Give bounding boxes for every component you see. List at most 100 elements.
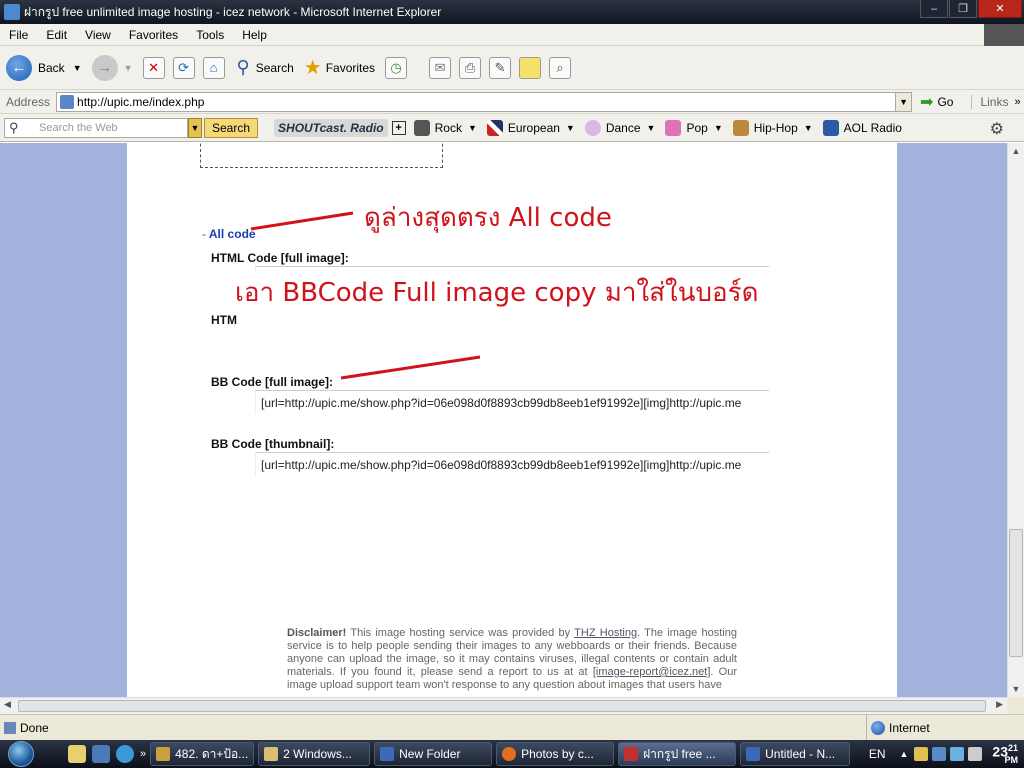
genre-dance-label: Dance [605, 120, 641, 135]
menu-favorites[interactable]: Favorites [120, 28, 187, 42]
links-chevron-icon[interactable]: » [1014, 96, 1020, 108]
genre-pop[interactable]: Pop ▼ [665, 119, 723, 136]
bb-thumb-field[interactable]: [url=http://upic.me/show.php?id=06e098d0… [255, 452, 769, 476]
edit-icon[interactable]: ✎ [489, 56, 512, 79]
page-content: - All code HTML Code [full image]: HTM B… [127, 143, 897, 697]
horizontal-scrollbar[interactable]: ◀ ▶ [0, 697, 1007, 714]
back-label: Back [38, 60, 65, 75]
search-button[interactable]: ⚲ Search [237, 57, 294, 78]
tray-expand-icon[interactable]: ▲ [899, 749, 908, 759]
vertical-scroll-thumb[interactable] [1009, 529, 1023, 657]
address-input[interactable]: http://upic.me/index.php [56, 91, 897, 112]
go-button[interactable]: ➡ Go [920, 92, 953, 112]
search-dropdown-icon[interactable]: ▼ [188, 117, 202, 138]
maximize-button[interactable]: ❐ [949, 0, 977, 18]
page-favicon-icon [60, 94, 75, 109]
radio-search-toolbar: ⚲ Search the Web ▼ Search SHOUTcast. Rad… [0, 114, 1024, 142]
task-app-5[interactable]: ฝากรูป free ... [618, 742, 737, 766]
scroll-left-icon[interactable]: ◀ [4, 699, 11, 710]
web-search-input[interactable]: ⚲ Search the Web [4, 117, 188, 138]
search-icon: ⚲ [236, 57, 250, 77]
stop-icon[interactable]: ✕ [142, 56, 165, 79]
quicklaunch-ie-icon[interactable] [116, 745, 134, 763]
disclaimer-title: Disclaimer! [287, 627, 347, 639]
web-search-button[interactable]: Search [204, 117, 259, 138]
genre-dance[interactable]: Dance ▼ [584, 119, 655, 136]
search-label: Search [255, 60, 294, 75]
forward-dropdown-icon[interactable]: ▼ [124, 63, 133, 73]
quicklaunch-more-icon[interactable]: » [140, 748, 146, 760]
print-icon[interactable]: ⎙ [459, 56, 482, 79]
thz-hosting-link[interactable]: THZ Hosting [574, 627, 637, 639]
menu-view[interactable]: View [76, 28, 120, 42]
quicklaunch-desktop-icon[interactable] [92, 745, 110, 763]
bb-full-field[interactable]: [url=http://upic.me/show.php?id=06e098d0… [255, 390, 769, 414]
html-thumb-label: HTM [211, 313, 237, 327]
uk-flag-icon [486, 119, 503, 136]
title-bar: ฝากรูป free unlimited image hosting - ic… [0, 0, 1024, 24]
start-button[interactable] [4, 740, 38, 768]
language-indicator[interactable]: EN [869, 747, 886, 761]
back-button[interactable]: ← Back ▼ [6, 54, 82, 81]
add-station-icon[interactable]: + [391, 120, 406, 135]
shoutcast-radio-button[interactable]: SHOUTcast. Radio [274, 118, 388, 137]
close-button[interactable]: ✕ [978, 0, 1022, 18]
minimize-button[interactable]: ‒ [920, 0, 948, 18]
vertical-scrollbar[interactable]: ▲ ▼ [1007, 143, 1024, 697]
task-app-2[interactable]: 2 Windows... [258, 742, 371, 766]
back-dropdown-icon[interactable]: ▼ [73, 63, 82, 73]
genre-european[interactable]: European ▼ [486, 119, 575, 136]
browser-viewport: - All code HTML Code [full image]: HTM B… [0, 143, 1007, 697]
scroll-right-icon[interactable]: ▶ [996, 699, 1003, 710]
history-icon[interactable]: ◷ [385, 56, 408, 79]
note-icon[interactable] [519, 56, 542, 79]
tray-volume-icon[interactable] [968, 747, 983, 761]
mail-icon[interactable]: ✉ [429, 56, 452, 79]
search-magnifier-icon: ⚲ [9, 119, 19, 135]
disco-ball-icon [584, 119, 601, 136]
tray-network-icon[interactable] [932, 747, 947, 761]
home-icon[interactable]: ⌂ [202, 56, 225, 79]
forward-button[interactable]: → ▼ [91, 54, 133, 81]
genre-hiphop[interactable]: Hip-Hop ▼ [732, 119, 813, 136]
task-4-label: Photos by c... [521, 747, 594, 761]
scrollbar-corner [1007, 697, 1024, 714]
scroll-down-icon[interactable]: ▼ [1008, 681, 1024, 697]
favorites-label: Favorites [325, 60, 376, 75]
genre-rock[interactable]: Rock ▼ [413, 119, 477, 136]
task-app-3[interactable]: New Folder [374, 742, 493, 766]
menu-edit[interactable]: Edit [37, 28, 76, 42]
research-icon[interactable]: ⌕ [549, 56, 572, 79]
address-dropdown-icon[interactable]: ▼ [896, 91, 913, 112]
aol-radio[interactable]: AOL Radio [822, 119, 902, 136]
task-app-4[interactable]: Photos by c... [496, 742, 615, 766]
arrow-line-to-all-code [250, 211, 354, 231]
horizontal-scroll-thumb[interactable] [18, 700, 986, 712]
menu-tools[interactable]: Tools [187, 28, 233, 42]
gear-icon[interactable]: ⚙ [990, 119, 1004, 139]
tray-messenger-icon[interactable] [950, 747, 965, 761]
favorites-button[interactable]: ★ Favorites [304, 55, 375, 80]
task-2-icon [264, 747, 279, 761]
menu-file[interactable]: File [0, 28, 37, 42]
all-code-link[interactable]: - All code [202, 227, 256, 241]
web-search-placeholder: Search the Web [39, 121, 118, 134]
links-toolbar[interactable]: Links [971, 94, 1008, 109]
ie-app-icon[interactable] [4, 4, 20, 20]
clock-minute: 21 [1007, 742, 1018, 753]
task-app-1[interactable]: 482. ดา+ป้อ... [150, 742, 255, 766]
annotation-copy-bbcode: เอา BBCode Full image copy มาใส่ในบอร์ด [235, 273, 775, 313]
task-3-label: New Folder [399, 747, 461, 761]
menu-bar: File Edit View Favorites Tools Help [0, 24, 1024, 46]
refresh-icon[interactable]: ⟳ [172, 56, 195, 79]
pop-icon [665, 119, 682, 136]
task-app-6[interactable]: Untitled - N... [740, 742, 851, 766]
aol-radio-label: AOL Radio [843, 120, 902, 135]
address-label: Address [6, 94, 51, 109]
tray-app-icon[interactable] [914, 747, 929, 761]
scroll-up-icon[interactable]: ▲ [1008, 143, 1024, 159]
clock[interactable]: 2321 PM [992, 743, 1018, 766]
quicklaunch-notepad-icon[interactable] [68, 745, 86, 763]
menu-help[interactable]: Help [233, 28, 276, 42]
report-email-link[interactable]: [image-report@icez.net] [593, 666, 711, 678]
